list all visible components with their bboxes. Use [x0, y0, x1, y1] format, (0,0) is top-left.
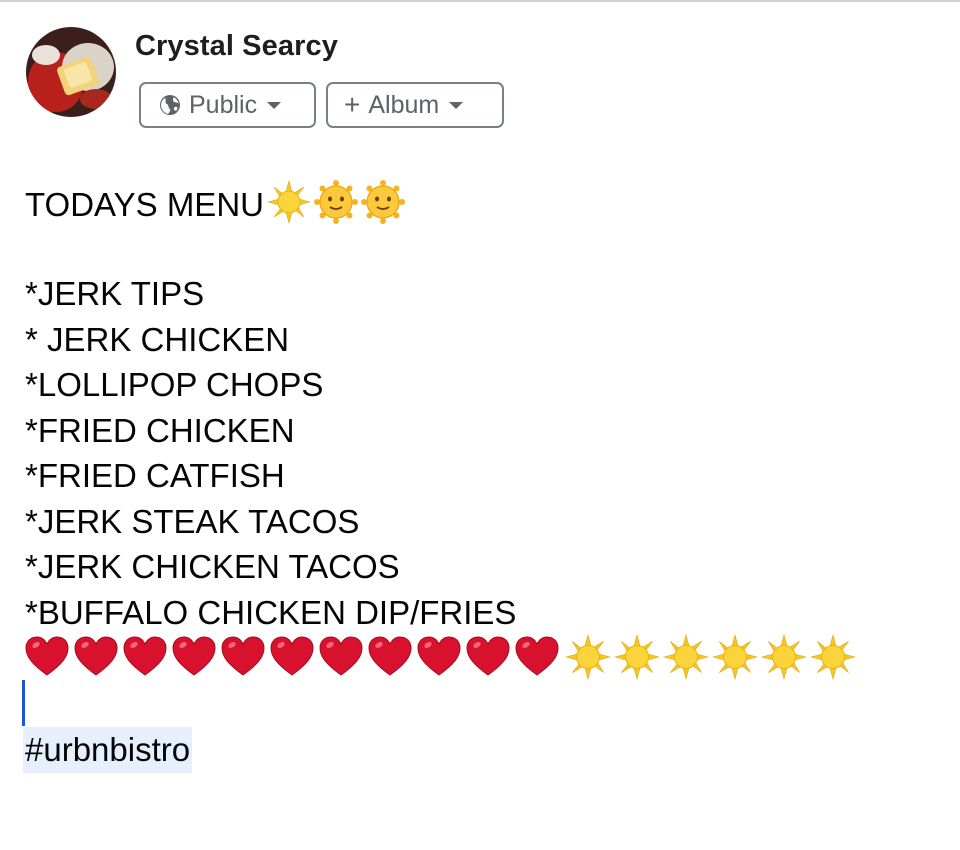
- heart-icon: [515, 636, 559, 676]
- album-label: Album: [368, 90, 440, 119]
- sun-icon: [761, 634, 807, 680]
- menu-item: *FRIED CATFISH: [25, 457, 285, 494]
- heart-icon: [123, 636, 167, 676]
- sun-icon: [614, 634, 660, 680]
- sun-icon: [712, 634, 758, 680]
- sun-icon: [565, 634, 611, 680]
- top-divider: [0, 0, 960, 2]
- chevron-down-icon: [449, 101, 464, 109]
- menu-item: *LOLLIPOP CHOPS: [25, 366, 324, 403]
- heart-icon: [25, 636, 69, 676]
- sun-with-face-icon: [313, 180, 358, 224]
- menu-heading-line: TODAYS MENU: [25, 180, 935, 226]
- heart-icon: [319, 636, 363, 676]
- heart-icon: [221, 636, 265, 676]
- menu-item: *JERK TIPS: [25, 275, 205, 312]
- sun-icon: [266, 180, 311, 224]
- heart-icon: [466, 636, 510, 676]
- avatar[interactable]: [26, 27, 116, 117]
- sun-with-face-icon: [360, 180, 405, 224]
- heart-icon: [417, 636, 461, 676]
- heart-icon: [270, 636, 314, 676]
- privacy-label: Public: [189, 90, 258, 119]
- menu-item: *FRIED CHICKEN: [25, 411, 295, 449]
- heart-icon: [74, 636, 118, 676]
- author-name[interactable]: Crystal Searcy: [135, 30, 338, 63]
- hashtag-link[interactable]: #urbnbistro: [23, 727, 193, 773]
- heart-icon: [172, 636, 216, 676]
- menu-item: * JERK CHICKEN: [25, 320, 290, 358]
- menu-heading: TODAYS MENU: [25, 186, 264, 223]
- sun-icon: [810, 634, 856, 680]
- text-cursor: [22, 680, 25, 726]
- plus-icon: +: [344, 89, 361, 120]
- globe-icon: [159, 94, 181, 116]
- album-selector-button[interactable]: + Album: [326, 82, 504, 128]
- heart-icon: [368, 636, 412, 676]
- emoji-row: [23, 633, 856, 681]
- sun-icon: [663, 634, 709, 680]
- post-text-editor[interactable]: TODAYS MENU *JERK TIPS * JERK CHICKEN *L…: [25, 180, 935, 635]
- menu-item: *BUFFALO CHICKEN DIP/FRIES: [25, 593, 517, 631]
- menu-item: *JERK CHICKEN TACOS: [25, 548, 400, 585]
- menu-item: *JERK STEAK TACOS: [25, 502, 360, 540]
- chevron-down-icon: [267, 101, 282, 109]
- privacy-selector-button[interactable]: Public: [139, 82, 316, 128]
